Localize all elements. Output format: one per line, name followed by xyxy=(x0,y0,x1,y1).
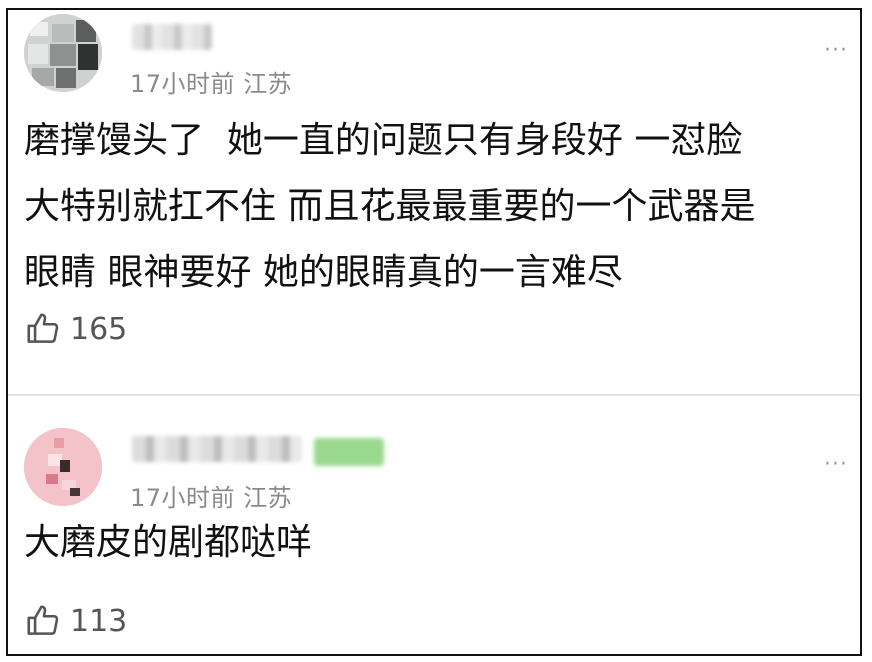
avatar[interactable] xyxy=(24,428,102,506)
avatar[interactable] xyxy=(24,14,102,92)
like-button[interactable]: 113 xyxy=(24,602,127,640)
username-blurred[interactable] xyxy=(132,436,302,462)
like-count: 113 xyxy=(70,603,128,639)
thumbs-up-icon xyxy=(24,310,62,348)
more-dots-icon[interactable]: ··· xyxy=(824,40,848,62)
comment-meta: 17小时前 江苏 xyxy=(130,64,292,99)
comment-item: 17小时前 江苏 ··· 大磨皮的剧都哒咩 113 xyxy=(8,396,860,658)
thumbs-up-icon xyxy=(24,602,62,640)
comment-time: 17小时前 xyxy=(130,70,236,98)
username-blurred[interactable] xyxy=(132,24,212,50)
comment-text: 大磨皮的剧都哒咩 xyxy=(24,522,313,563)
comment-time: 17小时前 xyxy=(130,484,236,512)
comment-location: 江苏 xyxy=(243,70,293,98)
comment-location: 江苏 xyxy=(243,484,293,512)
like-button[interactable]: 165 xyxy=(24,310,127,348)
comment-list: 17小时前 江苏 ··· 磨撑馒头了 她一直的问题只有身段好 一怼脸 大特别就扛… xyxy=(6,8,862,656)
comment-item: 17小时前 江苏 ··· 磨撑馒头了 她一直的问题只有身段好 一怼脸 大特别就扛… xyxy=(8,10,860,396)
more-dots-icon[interactable]: ··· xyxy=(824,454,848,476)
user-badge xyxy=(314,438,384,466)
comment-meta: 17小时前 江苏 xyxy=(130,478,292,513)
comment-text: 磨撑馒头了 她一直的问题只有身段好 一怼脸 大特别就扛不住 而且花最最重要的一个… xyxy=(24,120,756,293)
like-count: 165 xyxy=(70,311,128,347)
